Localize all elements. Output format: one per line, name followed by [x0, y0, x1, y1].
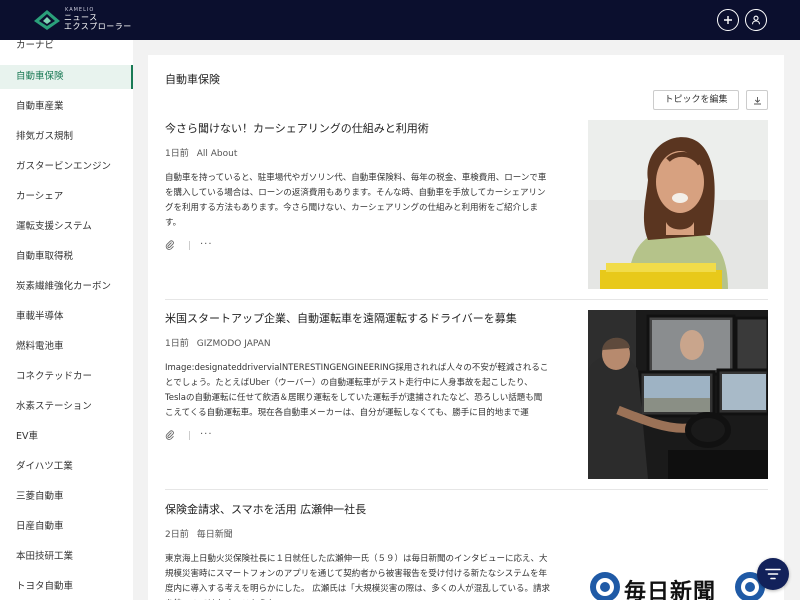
- article-thumbnail[interactable]: 毎日新聞: [588, 501, 768, 600]
- sidebar-item-car-insurance[interactable]: 自動車保険: [0, 65, 133, 89]
- app-header: KAMELIO ニュース エクスプローラー: [0, 0, 800, 40]
- topic-feed: 自動車保険 トピックを編集 今さら聞けない！カーシェアリングの仕組みと利用術 1…: [148, 55, 784, 600]
- kamelio-logo-icon[interactable]: [33, 9, 61, 31]
- sidebar-item-honda[interactable]: 本田技研工業: [0, 542, 133, 572]
- user-icon: [751, 15, 761, 25]
- topic-sidebar: カーナビ 自動車保険 自動車産業 排気ガス規制 ガスタービンエンジン カーシェア…: [0, 40, 133, 600]
- more-options-icon[interactable]: ···: [200, 430, 213, 440]
- app-logo-text: KAMELIO ニュース エクスプローラー: [64, 8, 132, 31]
- article-age: 1日前: [165, 149, 189, 159]
- sidebar-item-fuel-cell[interactable]: 燃料電池車: [0, 332, 133, 362]
- edit-topic-button[interactable]: トピックを編集: [653, 90, 739, 110]
- article-summary: Image:designateddrivervialNTERESTINGENGI…: [165, 363, 549, 418]
- sidebar-item-carbon-fiber[interactable]: 炭素繊維強化カーボン: [0, 272, 133, 302]
- sidebar-item-car-share[interactable]: カーシェア: [0, 182, 133, 212]
- sidebar-item-toyota[interactable]: トヨタ自動車: [0, 572, 133, 600]
- article-card[interactable]: 米国スタートアップ企業、自動運転車を遠隔運転するドライバーを募集 1日前 GIZM…: [165, 310, 768, 479]
- sidebar-item-ev[interactable]: EV車: [0, 422, 133, 452]
- paperclip-icon[interactable]: [165, 240, 175, 250]
- add-topic-button[interactable]: [717, 9, 739, 31]
- sidebar-item-mitsubishi[interactable]: 三菱自動車: [0, 482, 133, 512]
- article-source: All About: [196, 149, 238, 159]
- sidebar-item-hydrogen-station[interactable]: 水素ステーション: [0, 392, 133, 422]
- sidebar-item-nissan[interactable]: 日産自動車: [0, 512, 133, 542]
- article-divider: [165, 299, 768, 300]
- sidebar-item-auto-semiconductor[interactable]: 車載半導体: [0, 302, 133, 332]
- article-summary: 東京海上日動火災保険社長に１日就任した広瀬伸一氏（５９）は毎日新聞のインタビュー…: [165, 554, 550, 600]
- logo-title-line2: エクスプローラー: [64, 22, 132, 31]
- article-card[interactable]: 今さら聞けない！カーシェアリングの仕組みと利用術 1日前 All About 自動…: [165, 120, 768, 289]
- filter-icon: [765, 568, 781, 580]
- sidebar-item-emission-regulation[interactable]: 排気ガス規制: [0, 122, 133, 152]
- article-source: 毎日新聞: [196, 530, 233, 540]
- article-age: 1日前: [165, 339, 189, 349]
- sidebar-item-connected-car[interactable]: コネクテッドカー: [0, 362, 133, 392]
- woman-laptop-photo: [588, 120, 768, 289]
- sidebar-item-auto-industry[interactable]: 自動車産業: [0, 92, 133, 122]
- article-age: 2日前: [165, 530, 189, 540]
- user-menu-button[interactable]: [745, 9, 767, 31]
- divider: [189, 240, 190, 250]
- article-divider: [165, 489, 768, 490]
- article-thumbnail[interactable]: [588, 120, 768, 289]
- article-thumbnail[interactable]: [588, 310, 768, 479]
- sidebar-item-driver-assist[interactable]: 運転支援システム: [0, 212, 133, 242]
- sidebar-item-gas-turbine[interactable]: ガスタービンエンジン: [0, 152, 133, 182]
- plus-icon: [724, 16, 732, 24]
- more-options-icon[interactable]: ···: [200, 240, 213, 250]
- page-title: 自動車保険: [165, 73, 220, 86]
- sidebar-item-daihatsu[interactable]: ダイハツ工業: [0, 452, 133, 482]
- download-icon: [753, 96, 761, 104]
- paperclip-icon[interactable]: [165, 430, 175, 440]
- article-source: GIZMODO JAPAN: [196, 339, 271, 349]
- divider: [189, 430, 190, 440]
- download-button[interactable]: [746, 90, 768, 110]
- remote-driver-photo: [588, 310, 768, 479]
- sidebar-item-acquisition-tax[interactable]: 自動車取得税: [0, 242, 133, 272]
- article-card[interactable]: 保険金請求、スマホを活用 広瀬伸一社長 2日前 毎日新聞 東京海上日動火災保険社長…: [165, 501, 768, 600]
- mainichi-logo-text: 毎日新聞: [624, 579, 717, 600]
- sidebar-item-car-navi[interactable]: カーナビ: [0, 40, 133, 52]
- feedback-button[interactable]: [757, 558, 789, 590]
- logo-title-line1: ニュース: [64, 13, 98, 22]
- article-summary: 自動車を持っていると、駐車場代やガソリン代、自動車保険料、毎年の税金、車検費用、…: [165, 173, 547, 228]
